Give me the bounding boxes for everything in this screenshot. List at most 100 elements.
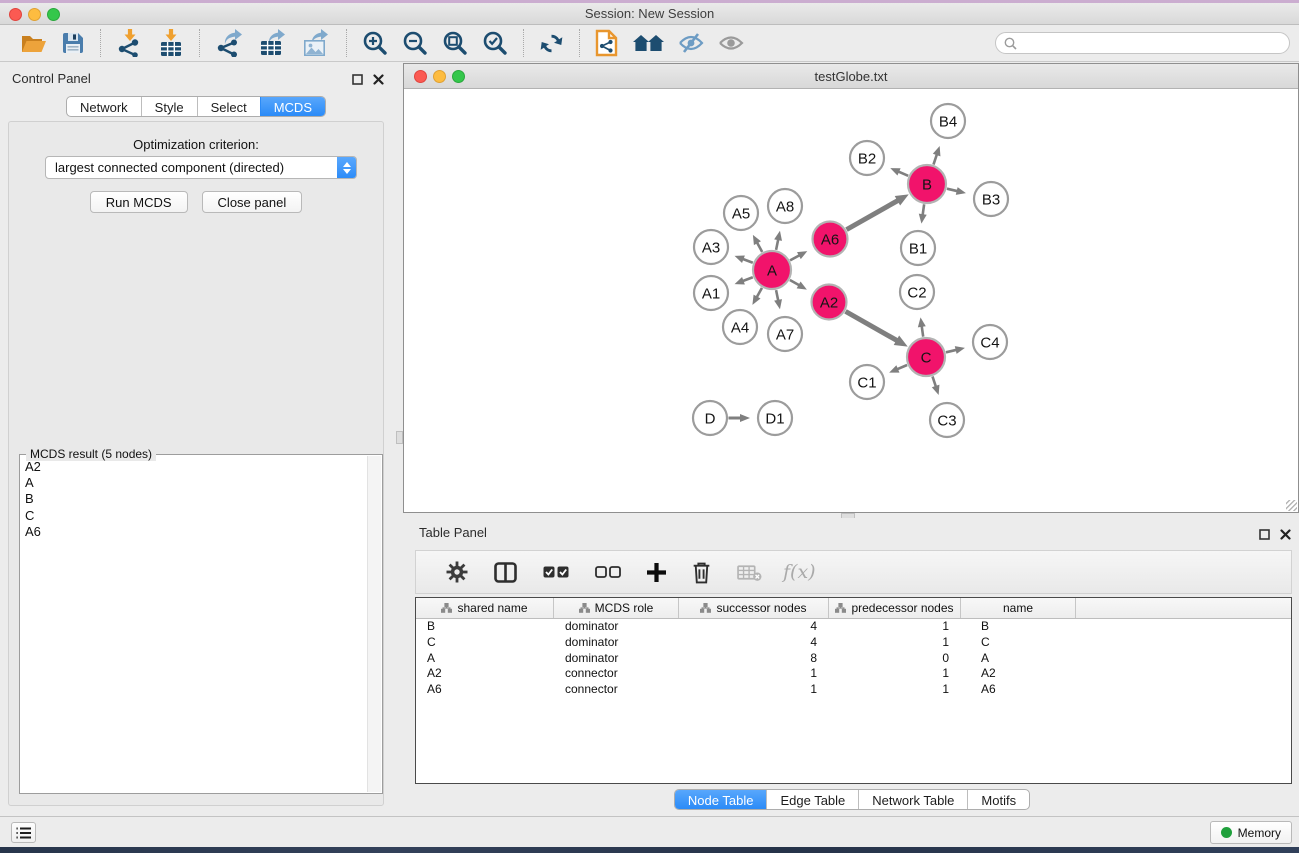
table-row[interactable]: A6connector11A6 (416, 682, 1291, 698)
column-header-successor-nodes[interactable]: successor nodes (679, 598, 829, 618)
network-close-button[interactable] (414, 70, 427, 83)
hide-selected-button[interactable] (673, 30, 709, 56)
node-label: A6 (821, 232, 839, 249)
graph-node-A2[interactable]: A2 (812, 285, 847, 320)
optimization-criterion-dropdown[interactable]: largest connected component (directed) (45, 156, 357, 179)
node-table[interactable]: shared nameMCDS rolesuccessor nodesprede… (415, 597, 1292, 784)
tab-node-table[interactable]: Node Table (675, 790, 767, 809)
tab-edge-table[interactable]: Edge Table (766, 790, 858, 809)
float-panel-button[interactable] (351, 73, 363, 85)
graph-node-B3[interactable]: B3 (974, 182, 1008, 216)
network-minimize-button[interactable] (433, 70, 446, 83)
task-history-button[interactable] (11, 822, 36, 843)
graph-node-C2[interactable]: C2 (900, 275, 934, 309)
zoom-in-button[interactable] (357, 28, 393, 58)
graph-node-D[interactable]: D (693, 401, 727, 435)
window-resize-handle[interactable] (1286, 500, 1297, 511)
mcds-result-item[interactable]: A2 (22, 459, 366, 475)
graph-node-B4[interactable]: B4 (931, 104, 965, 138)
graph-node-A3[interactable]: A3 (694, 230, 728, 264)
graph-node-C4[interactable]: C4 (973, 325, 1007, 359)
close-window-button[interactable] (9, 8, 22, 21)
show-columns-button[interactable] (481, 558, 530, 587)
graph-node-A4[interactable]: A4 (723, 310, 757, 344)
deselect-all-button[interactable] (582, 562, 634, 582)
add-column-button[interactable] (634, 559, 679, 586)
tab-network-table[interactable]: Network Table (858, 790, 967, 809)
fullscreen-window-button[interactable] (47, 8, 60, 21)
float-table-panel-button[interactable] (1258, 528, 1270, 540)
export-image-button[interactable] (297, 27, 336, 59)
node-label: B1 (909, 241, 927, 258)
memory-label: Memory (1238, 826, 1281, 840)
table-row[interactable]: Adominator80A (416, 651, 1291, 667)
memory-status-button[interactable]: Memory (1210, 821, 1292, 844)
show-all-button[interactable] (713, 32, 749, 54)
graph-node-A6[interactable]: A6 (813, 222, 848, 257)
result-scrollbar[interactable] (367, 456, 381, 792)
zoom-fit-button[interactable] (437, 28, 473, 58)
mcds-result-item[interactable]: A6 (22, 524, 366, 540)
table-row[interactable]: Cdominator41C (416, 635, 1291, 651)
graph-node-C1[interactable]: C1 (850, 365, 884, 399)
table-settings-button[interactable] (433, 557, 481, 587)
network-graph[interactable]: B4 B2 B B3 A8 A5 A6 A3 B1 A A1 C2 A2 A4 A7 C4 C C1 C3 D D1 (405, 90, 1297, 512)
graph-node-B2[interactable]: B2 (850, 141, 884, 175)
import-network-button[interactable] (111, 27, 149, 59)
close-table-panel-button[interactable] (1279, 528, 1291, 540)
table-cell: A (416, 651, 554, 667)
import-table-button[interactable] (153, 27, 189, 59)
search-input[interactable] (1022, 36, 1281, 51)
network-view-window: testGlobe.txt B4B2BB3A8A5A6A3B1AA1C2A2A4… (403, 63, 1299, 513)
node-label: C2 (907, 285, 926, 302)
network-zoom-button[interactable] (452, 70, 465, 83)
close-panel-icon-button[interactable] (372, 73, 384, 85)
column-header-predecessor-nodes[interactable]: predecessor nodes (829, 598, 961, 618)
graph-node-A1[interactable]: A1 (694, 276, 728, 310)
search-box[interactable] (995, 32, 1290, 54)
first-neighbors-button[interactable] (628, 29, 669, 57)
export-table-button[interactable] (254, 27, 293, 59)
graph-node-B1[interactable]: B1 (901, 231, 935, 265)
edge-C-C4 (946, 346, 965, 354)
mcds-result-item[interactable]: B (22, 491, 366, 507)
table-row[interactable]: A2connector11A2 (416, 666, 1291, 682)
network-canvas[interactable]: B4 B2 B B3 A8 A5 A6 A3 B1 A A1 C2 A2 A4 A7 C4 C C1 C3 D D1 (405, 90, 1297, 512)
close-panel-button[interactable]: Close panel (202, 191, 303, 213)
minimize-window-button[interactable] (28, 8, 41, 21)
graph-node-B[interactable]: B (908, 165, 946, 203)
edge-B-B3 (947, 187, 966, 195)
column-header-mcds-role[interactable]: MCDS role (554, 598, 679, 618)
tab-motifs[interactable]: Motifs (967, 790, 1029, 809)
column-header-shared-name[interactable]: shared name (416, 598, 554, 618)
graph-node-D1[interactable]: D1 (758, 401, 792, 435)
graph-node-A7[interactable]: A7 (768, 317, 802, 351)
graph-node-C3[interactable]: C3 (930, 403, 964, 437)
tab-style[interactable]: Style (141, 97, 197, 116)
splitter-handle-vertical[interactable] (396, 431, 403, 444)
delete-column-button[interactable] (679, 557, 724, 588)
status-bar: Memory (0, 816, 1299, 847)
new-network-from-selection-button[interactable] (590, 27, 624, 59)
tab-mcds[interactable]: MCDS (260, 97, 325, 116)
tab-network[interactable]: Network (67, 97, 141, 116)
graph-node-A[interactable]: A (753, 251, 791, 289)
refresh-layout-button[interactable] (534, 29, 569, 58)
zoom-out-button[interactable] (397, 28, 433, 58)
mcds-result-item[interactable]: C (22, 508, 366, 524)
run-mcds-button[interactable]: Run MCDS (90, 191, 188, 213)
tab-select[interactable]: Select (197, 97, 260, 116)
mcds-result-item[interactable]: A (22, 475, 366, 491)
graph-node-A5[interactable]: A5 (724, 196, 758, 230)
zoom-selected-button[interactable] (477, 28, 513, 58)
export-network-button[interactable] (210, 27, 250, 59)
table-row[interactable]: Bdominator41B (416, 619, 1291, 635)
column-header-name[interactable]: name (961, 598, 1076, 618)
graph-node-C[interactable]: C (907, 338, 945, 376)
save-session-button[interactable] (56, 29, 90, 57)
select-all-button[interactable] (530, 562, 582, 582)
edge-B-B4 (933, 146, 941, 164)
graph-node-A8[interactable]: A8 (768, 189, 802, 223)
edge-A-A8 (774, 231, 782, 250)
open-file-button[interactable] (15, 29, 52, 57)
